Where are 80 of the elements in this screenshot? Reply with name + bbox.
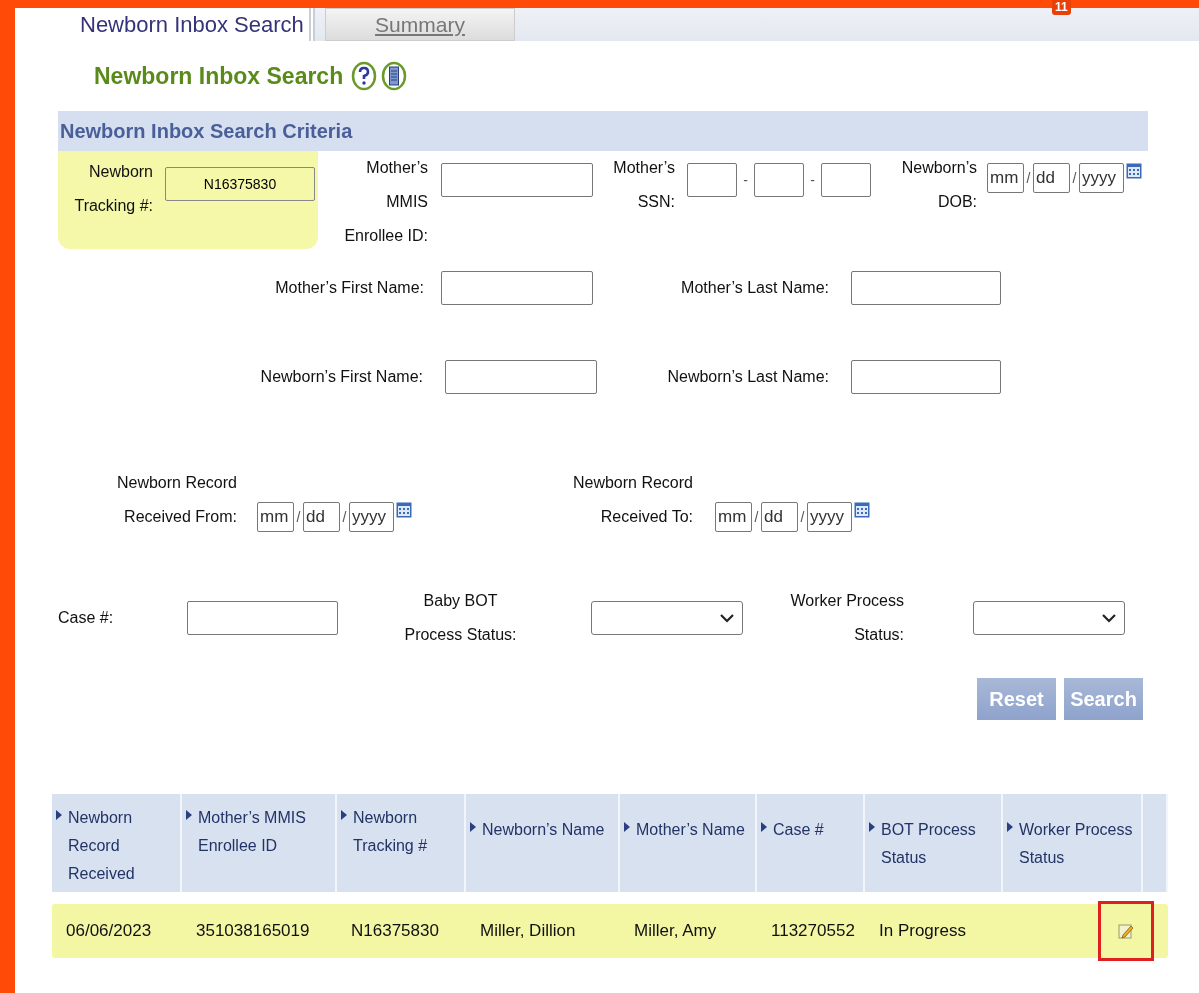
column-header[interactable]: Newborn Record Received: [52, 794, 182, 892]
field-label: Worker Process Status:: [789, 591, 904, 645]
field-label: Case #:: [58, 608, 115, 628]
table-cell-text: 113270552: [770, 921, 856, 941]
table-cell-text: 06/06/2023: [65, 921, 153, 941]
sort-icon: [869, 822, 875, 832]
field-label: Newborn’s First Name:: [259, 367, 423, 387]
help-icon[interactable]: [351, 60, 378, 92]
chevron-icon: [1102, 613, 1116, 623]
month-field[interactable]: mm: [715, 502, 752, 532]
year-field[interactable]: yyyy: [349, 502, 394, 532]
input-field[interactable]: [821, 163, 871, 197]
year-field[interactable]: yyyy: [1079, 163, 1124, 193]
field-label: Newborn’s DOB:: [900, 158, 977, 212]
year-field[interactable]: yyyy: [807, 502, 852, 532]
separator-text: /: [753, 509, 760, 525]
input-field[interactable]: [754, 163, 804, 197]
field-label: Baby BOT Process Status:: [403, 591, 518, 645]
table-cell-text: Miller, Amy: [633, 921, 718, 941]
sort-icon: [761, 822, 767, 832]
column-header[interactable]: Worker Process Status: [1003, 794, 1143, 892]
calendar-icon[interactable]: [396, 502, 412, 518]
field-label: Newborn Record Received From:: [115, 473, 237, 527]
chevron-icon: [720, 613, 734, 623]
sort-icon: [341, 810, 347, 820]
day-field[interactable]: dd: [761, 502, 798, 532]
input-field[interactable]: [441, 271, 593, 305]
column-header[interactable]: Newborn’s Name: [466, 794, 620, 892]
field-label: Mother’s MMIS Enrollee ID:: [343, 158, 428, 246]
field-label: Mother’s First Name:: [274, 278, 424, 298]
tab[interactable]: Newborn Inbox Search: [15, 8, 315, 41]
month-field[interactable]: mm: [257, 502, 294, 532]
field-label: Newborn’s Last Name:: [666, 367, 829, 387]
calendar-icon[interactable]: [1126, 163, 1142, 179]
sort-icon: [186, 810, 192, 820]
table-row[interactable]: 06/06/2023 351038165019 N16375830 Miller, Dillion Miller, Amy 113270552 In Progress: [52, 904, 1168, 958]
day-field[interactable]: dd: [303, 502, 340, 532]
page-number: 11: [1052, 0, 1071, 15]
input-field[interactable]: [441, 163, 593, 197]
separator-text: /: [295, 509, 302, 525]
table-cell-text: In Progress: [878, 921, 967, 941]
section-header: Newborn Inbox Search Criteria: [58, 111, 1148, 151]
field-label: Newborn Record Received To:: [571, 473, 693, 527]
day-field[interactable]: dd: [1033, 163, 1070, 193]
input-field[interactable]: [851, 360, 1001, 394]
sort-icon: [470, 822, 476, 832]
separator-text: /: [1071, 170, 1078, 186]
edit-action[interactable]: [1098, 901, 1154, 961]
table-cell-text: N16375830: [350, 921, 440, 941]
separator-text: /: [1025, 170, 1032, 186]
input-field[interactable]: N16375830: [165, 167, 315, 201]
separator-text: /: [341, 509, 348, 525]
page-heading: Newborn Inbox Search: [94, 62, 344, 90]
input-field[interactable]: [851, 271, 1001, 305]
column-header[interactable]: Case #: [757, 794, 865, 892]
column-header[interactable]: Mother’s MMIS Enrollee ID: [182, 794, 337, 892]
input-field[interactable]: [687, 163, 737, 197]
tab[interactable]: Summary: [325, 8, 515, 41]
column-header[interactable]: BOT Process Status: [865, 794, 1003, 892]
field-label: Mother’s SSN:: [612, 158, 675, 212]
separator-text: -: [742, 172, 749, 188]
dropdown[interactable]: [591, 601, 743, 635]
document-icon[interactable]: [381, 60, 408, 92]
month-field[interactable]: mm: [987, 163, 1024, 193]
table-cell-text: Miller, Dillion: [479, 921, 577, 941]
calendar-icon[interactable]: [854, 502, 870, 518]
field-label: Mother’s Last Name:: [680, 278, 829, 298]
input-field[interactable]: [445, 360, 597, 394]
sort-icon: [56, 810, 62, 820]
field-label: Newborn Tracking #:: [73, 162, 153, 216]
sort-icon: [624, 822, 630, 832]
sort-icon: [1007, 822, 1013, 832]
column-header[interactable]: Mother’s Name: [620, 794, 757, 892]
separator-text: /: [799, 509, 806, 525]
column-header[interactable]: Newborn Tracking #: [337, 794, 466, 892]
separator-text: -: [809, 172, 816, 188]
table-cell-text: 351038165019: [195, 921, 311, 941]
edit-icon[interactable]: [1118, 923, 1134, 939]
dropdown[interactable]: [973, 601, 1125, 635]
input-field[interactable]: [187, 601, 338, 635]
